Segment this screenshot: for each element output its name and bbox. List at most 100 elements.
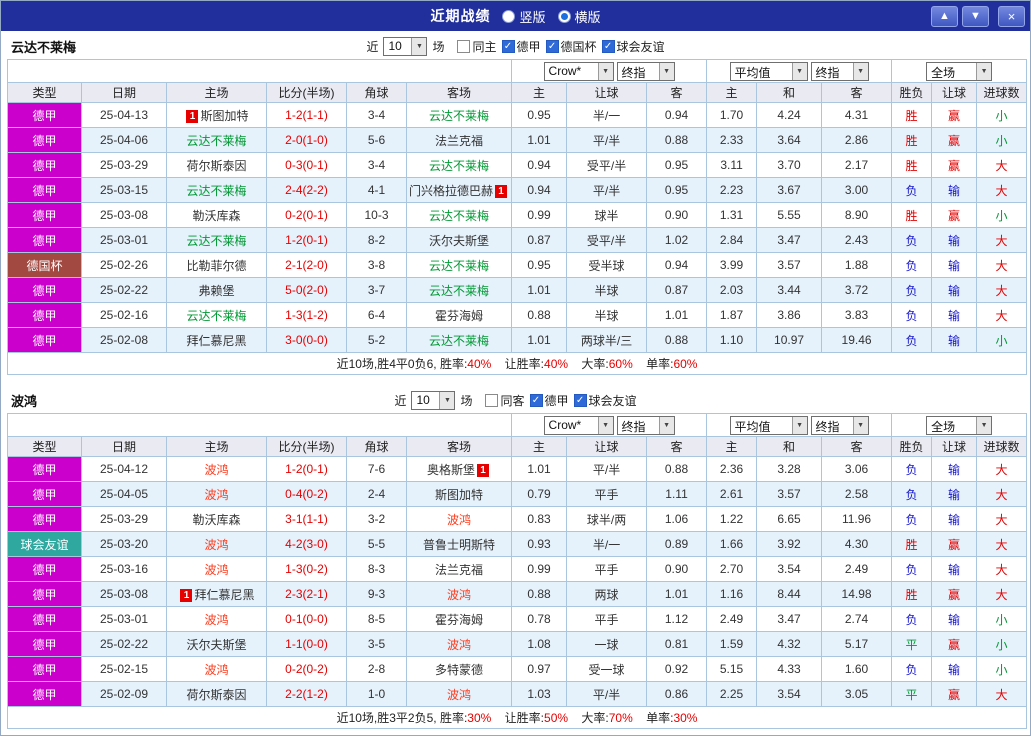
match-date-cell: 25-04-05 bbox=[81, 481, 167, 507]
title-bar: 近期战绩 竖版 横版 ▲ ▼ × bbox=[1, 1, 1030, 31]
home-team-cell: 1 斯图加特 bbox=[166, 102, 267, 128]
score-cell: 1-2(0-1) bbox=[266, 227, 347, 253]
score-cell: 5-0(2-0) bbox=[266, 277, 347, 303]
score-cell: 4-2(3-0) bbox=[266, 531, 347, 557]
match-row: 德甲 25-03-08 勒沃库森 0-2(0-1) 10-3 云达不莱梅 0.99 球半 0.9… bbox=[7, 202, 1028, 228]
away-team-cell: 云达不莱梅 bbox=[405, 327, 513, 353]
away-team-cell: 普鲁士明斯特 bbox=[405, 531, 513, 557]
result-cell: 胜 bbox=[891, 531, 933, 557]
summary-value: 50% bbox=[544, 711, 569, 725]
avg-away-odds-cell: 3.83 bbox=[821, 302, 893, 328]
home-team-cell: 波鸿 bbox=[166, 481, 267, 507]
chevron-down-icon: ▼ bbox=[439, 392, 455, 409]
match-date-cell: 25-02-26 bbox=[81, 252, 167, 278]
recent-count-select[interactable]: 10 ▼ bbox=[411, 391, 456, 410]
corners-cell: 3-7 bbox=[346, 277, 407, 303]
handicap-line-cell: 球半/两 bbox=[566, 506, 648, 532]
odds-company-select[interactable]: Crow* ▼ bbox=[543, 415, 614, 435]
average-stage-select[interactable]: 终指 ▼ bbox=[810, 61, 869, 81]
radio-vertical-layout[interactable]: 竖版 bbox=[502, 7, 546, 26]
column-header: 客场 bbox=[405, 82, 513, 103]
chevron-down-icon: ▼ bbox=[597, 416, 613, 434]
move-down-button[interactable]: ▼ bbox=[962, 5, 989, 27]
move-up-button[interactable]: ▲ bbox=[931, 5, 958, 27]
summary-text: 让胜率: bbox=[504, 711, 545, 725]
league-checkbox-2[interactable]: 德国杯 bbox=[545, 38, 597, 55]
chevron-down-icon: ▼ bbox=[976, 416, 992, 434]
handicap-result-cell: 输 bbox=[931, 277, 978, 303]
team-section-bochum: 波鸿 近 10 ▼ 场 同客 德甲 球会友谊 bbox=[1, 388, 1030, 729]
average-selects-cell: 平均值 ▼ 终指 ▼ bbox=[706, 413, 893, 437]
handicap-line-cell: 受平/半 bbox=[566, 227, 648, 253]
handicap-result-cell: 输 bbox=[931, 556, 978, 582]
match-date-cell: 25-03-08 bbox=[81, 581, 167, 607]
same-venue-checkbox[interactable]: 同主 bbox=[457, 38, 497, 55]
average-stage-select[interactable]: 终指 ▼ bbox=[810, 415, 869, 435]
odds-stage-value: 终指 bbox=[621, 65, 646, 80]
column-header: 主 bbox=[511, 436, 568, 457]
avg-home-odds-cell: 2.70 bbox=[706, 556, 758, 582]
average-select[interactable]: 平均值 ▼ bbox=[729, 61, 808, 81]
home-team-name: 沃尔夫斯堡 bbox=[186, 637, 247, 652]
handicap-line-cell: 球半 bbox=[566, 202, 648, 228]
match-date-cell: 25-03-29 bbox=[81, 152, 167, 178]
matches-table: Crow* ▼ 终指 ▼ 平均值 ▼ 终指 ▼ 全场 ▼ 类型 日期 主场 比分… bbox=[6, 59, 1028, 375]
window-title: 近期战绩 bbox=[430, 8, 491, 24]
match-date-cell: 25-04-12 bbox=[81, 456, 167, 482]
home-team-name: 比勒菲尔德 bbox=[186, 258, 247, 273]
score-cell: 1-3(0-2) bbox=[266, 556, 347, 582]
average-select[interactable]: 平均值 ▼ bbox=[729, 415, 808, 435]
home-team-name: 云达不莱梅 bbox=[186, 308, 247, 323]
matches-label: 场 bbox=[432, 40, 445, 54]
away-team-name: 多特蒙德 bbox=[435, 662, 484, 677]
avg-away-odds-cell: 14.98 bbox=[821, 581, 893, 607]
away-team-cell: 多特蒙德 bbox=[405, 656, 513, 682]
scope-select[interactable]: 全场 ▼ bbox=[926, 61, 993, 81]
handicap-away-odds-cell: 0.86 bbox=[646, 681, 708, 707]
avg-home-odds-cell: 1.66 bbox=[706, 531, 758, 557]
handicap-line-cell: 平/半 bbox=[566, 127, 648, 153]
chevron-down-icon: ▼ bbox=[658, 416, 674, 434]
league-checkbox-1[interactable]: 德甲 bbox=[501, 38, 541, 55]
odds-selects-row: Crow* ▼ 终指 ▼ 平均值 ▼ 终指 ▼ 全场 ▼ bbox=[6, 59, 1028, 83]
odds-stage-select[interactable]: 终指 ▼ bbox=[616, 415, 675, 435]
league-type-cell: 德甲 bbox=[7, 202, 82, 228]
avg-home-odds-cell: 1.31 bbox=[706, 202, 758, 228]
avg-draw-odds-cell: 3.64 bbox=[756, 127, 823, 153]
radio-checked-icon bbox=[557, 9, 571, 23]
result-cell: 胜 bbox=[891, 202, 933, 228]
home-team-cell: 1 拜仁慕尼黑 bbox=[166, 581, 267, 607]
recent-count-value: 10 bbox=[388, 39, 402, 53]
corners-cell: 4-1 bbox=[346, 177, 407, 203]
corners-cell: 5-2 bbox=[346, 327, 407, 353]
scope-select[interactable]: 全场 ▼ bbox=[926, 415, 993, 435]
league-checkbox-1[interactable]: 德甲 bbox=[529, 392, 569, 409]
same-venue-checkbox[interactable]: 同客 bbox=[485, 392, 525, 409]
odds-company-select[interactable]: Crow* ▼ bbox=[543, 61, 614, 81]
checkbox-unchecked-icon bbox=[485, 394, 499, 407]
avg-home-odds-cell: 2.25 bbox=[706, 681, 758, 707]
handicap-result-cell: 输 bbox=[931, 302, 978, 328]
match-date-cell: 25-04-13 bbox=[81, 102, 167, 128]
result-cell: 胜 bbox=[891, 102, 933, 128]
league-checkbox-2[interactable]: 球会友谊 bbox=[573, 392, 637, 409]
handicap-result-cell: 输 bbox=[931, 656, 978, 682]
corners-cell: 7-6 bbox=[346, 456, 407, 482]
match-row: 德甲 25-02-08 拜仁慕尼黑 3-0(0-0) 5-2 云达不莱梅 1.01 两球半/三… bbox=[7, 327, 1028, 353]
odds-stage-select[interactable]: 终指 ▼ bbox=[616, 61, 675, 81]
radio-horizontal-layout[interactable]: 横版 bbox=[557, 7, 601, 26]
recent-count-select[interactable]: 10 ▼ bbox=[383, 37, 428, 56]
red-card-badge: 1 bbox=[477, 463, 490, 477]
league-checkbox-3[interactable]: 球会友谊 bbox=[601, 38, 665, 55]
handicap-away-odds-cell: 0.87 bbox=[646, 277, 708, 303]
close-button[interactable]: × bbox=[998, 5, 1025, 27]
handicap-line-cell: 两球 bbox=[566, 581, 648, 607]
avg-away-odds-cell: 3.00 bbox=[821, 177, 893, 203]
away-team-name: 波鸿 bbox=[447, 687, 472, 702]
away-team-name: 斯图加特 bbox=[435, 487, 484, 502]
away-team-cell: 沃尔夫斯堡 bbox=[405, 227, 513, 253]
result-cell: 负 bbox=[891, 656, 933, 682]
away-team-name: 波鸿 bbox=[447, 512, 472, 527]
handicap-line-cell: 受平/半 bbox=[566, 152, 648, 178]
avg-draw-odds-cell: 3.92 bbox=[756, 531, 823, 557]
